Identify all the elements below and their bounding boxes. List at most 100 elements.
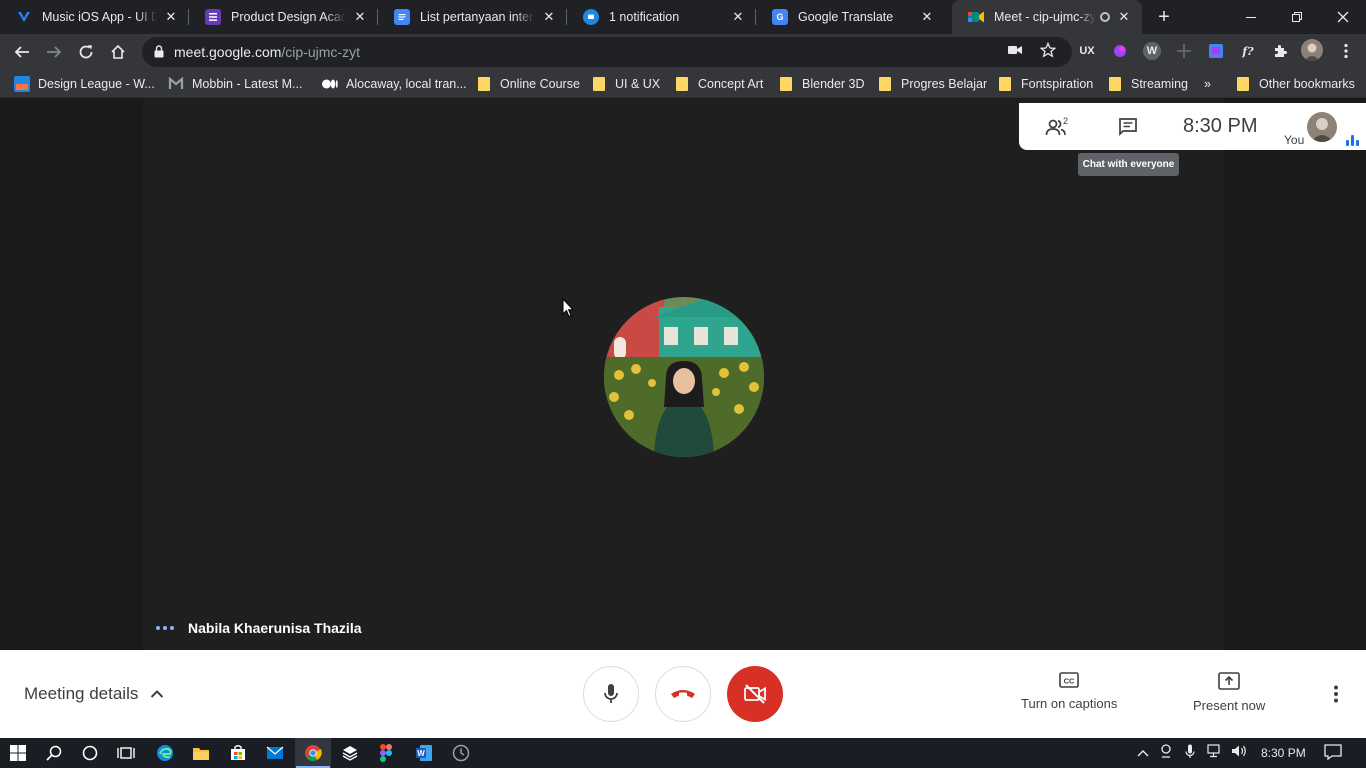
word-icon[interactable]: W (413, 742, 435, 764)
minimize-button[interactable] (1228, 0, 1274, 34)
folder-icon (1237, 77, 1249, 91)
search-icon[interactable] (43, 742, 65, 764)
translate-icon: G (772, 9, 788, 25)
edge-browser-icon[interactable] (154, 742, 176, 764)
tab-title: Product Design Academ (231, 10, 346, 24)
meeting-details-button[interactable]: Meeting details (24, 684, 164, 704)
close-window-button[interactable] (1320, 0, 1366, 34)
bookmark-star-icon[interactable] (1039, 41, 1057, 59)
tab-title: Google Translate (798, 10, 894, 24)
leave-call-button[interactable] (655, 666, 711, 722)
more-options-button[interactable] (1324, 682, 1348, 706)
back-button[interactable] (8, 38, 36, 66)
forward-button[interactable] (40, 38, 68, 66)
bookmark-folder-concept-art[interactable]: Concept Art (676, 75, 763, 93)
present-screen-icon (1218, 672, 1240, 690)
reload-icon (79, 45, 93, 59)
microphone-button[interactable] (583, 666, 639, 722)
meeting-details-label: Meeting details (24, 684, 139, 703)
bookmarks-overflow-button[interactable]: » (1204, 75, 1211, 93)
meeting-stage: Nabila Khaerunisa Thazila (0, 98, 1366, 650)
figma-icon[interactable] (375, 742, 397, 764)
camera-in-use-icon[interactable] (1006, 41, 1024, 59)
action-center-icon[interactable] (1324, 744, 1342, 763)
profile-avatar[interactable] (1301, 39, 1323, 61)
bookmark-label: Blender 3D (802, 77, 865, 91)
bookmark-folder-streaming[interactable]: Streaming (1109, 75, 1188, 93)
file-explorer-icon[interactable] (190, 742, 212, 764)
home-button[interactable] (104, 38, 132, 66)
participant-count: 2 (1063, 116, 1069, 126)
microsoft-store-icon[interactable] (227, 742, 249, 764)
restore-button[interactable] (1274, 0, 1320, 34)
tab-list-pertanyaan[interactable]: List pertanyaan intervie ✕ (378, 0, 567, 34)
stack-app-icon[interactable] (339, 742, 361, 764)
url-host: meet.google.com (174, 44, 282, 60)
camera-toggle-button[interactable] (727, 666, 783, 722)
tab-music-ios-app[interactable]: Music iOS App - UI Des ✕ (0, 0, 189, 34)
captions-button[interactable]: CC Turn on captions (1021, 672, 1117, 711)
cortana-icon[interactable] (79, 742, 101, 764)
color-extension-icon[interactable] (1111, 42, 1129, 60)
ux-extension-icon[interactable]: UX (1078, 42, 1096, 60)
tab-strip: Music iOS App - UI Des ✕ Product Design … (0, 0, 1366, 34)
chrome-menu-icon[interactable] (1337, 42, 1355, 60)
close-tab-icon[interactable]: ✕ (352, 9, 368, 25)
chrome-taskbar-icon[interactable] (296, 742, 330, 768)
bookmark-design-league[interactable]: Design League - W... (14, 75, 155, 93)
clock-app-icon[interactable] (450, 742, 472, 764)
tray-chevron-up-icon[interactable] (1137, 746, 1149, 760)
bookmark-folder-online-course[interactable]: Online Course (478, 75, 580, 93)
windows-start-icon[interactable] (7, 742, 29, 764)
reload-button[interactable] (72, 38, 100, 66)
tray-microphone-icon[interactable] (1185, 744, 1195, 762)
url-path: /cip-ujmc-zyt (281, 44, 360, 60)
bookmark-folder-fontspiration[interactable]: Fontspiration (999, 75, 1093, 93)
tab-google-translate[interactable]: G Google Translate ✕ (756, 0, 945, 34)
extensions-puzzle-icon[interactable] (1271, 42, 1289, 60)
tray-volume-icon[interactable] (1231, 744, 1247, 761)
mobbin-icon (168, 76, 184, 92)
folder-icon (999, 77, 1011, 91)
close-tab-icon[interactable]: ✕ (730, 9, 746, 25)
folder-icon (676, 77, 688, 91)
bookmark-mobbin[interactable]: Mobbin - Latest M... (168, 75, 302, 93)
wordtune-extension-icon[interactable]: W (1143, 42, 1161, 60)
participant-name: Nabila Khaerunisa Thazila (188, 620, 362, 636)
taskbar-clock[interactable]: 8:30 PM (1261, 746, 1306, 760)
chat-button[interactable] (1114, 113, 1142, 141)
tray-camera-icon[interactable] (1160, 744, 1174, 761)
close-tab-icon[interactable]: ✕ (163, 9, 179, 25)
task-view-icon[interactable] (115, 742, 137, 764)
close-tab-icon[interactable]: ✕ (919, 9, 935, 25)
tab-notification[interactable]: 1 notification ✕ (567, 0, 756, 34)
hang-up-icon (671, 690, 695, 698)
self-avatar[interactable] (1307, 112, 1337, 142)
new-tab-button[interactable]: + (1152, 5, 1176, 29)
tab-product-design-academy[interactable]: Product Design Academ ✕ (189, 0, 378, 34)
present-now-button[interactable]: Present now (1193, 672, 1265, 713)
tray-network-icon[interactable] (1207, 744, 1223, 762)
lock-icon[interactable] (154, 45, 166, 59)
close-tab-icon[interactable]: ✕ (541, 9, 557, 25)
bookmark-folder-blender-3d[interactable]: Blender 3D (780, 75, 865, 93)
address-bar[interactable]: meet.google.com/cip-ujmc-zyt (142, 37, 1072, 67)
font-extension-icon[interactable]: f? (1239, 42, 1257, 60)
chat-icon (583, 9, 599, 25)
chat-tooltip: Chat with everyone (1078, 153, 1179, 176)
bookmark-other-bookmarks[interactable]: Other bookmarks (1237, 75, 1355, 93)
meeting-time: 8:30 PM (1183, 115, 1258, 137)
mouse-cursor-icon (562, 298, 574, 318)
meeting-controls-bar: Meeting details CC Turn on captions Pres… (0, 650, 1366, 738)
bookmark-alocaway[interactable]: Alocaway, local tran... (322, 75, 467, 93)
mail-icon[interactable] (264, 742, 286, 764)
close-tab-icon[interactable]: ✕ (1116, 9, 1132, 25)
close-icon (1337, 11, 1349, 23)
ruler-extension-icon[interactable] (1175, 42, 1193, 60)
windows-extension-icon[interactable] (1207, 42, 1225, 60)
bookmark-folder-ui-ux[interactable]: UI & UX (593, 75, 660, 93)
bookmark-folder-progres-belajar[interactable]: Progres Belajar (879, 75, 987, 93)
tab-meet[interactable]: Meet - cip-ujmc-zyt ✕ (952, 0, 1142, 34)
participant-tile[interactable] (143, 98, 1224, 650)
folder-icon (593, 77, 605, 91)
